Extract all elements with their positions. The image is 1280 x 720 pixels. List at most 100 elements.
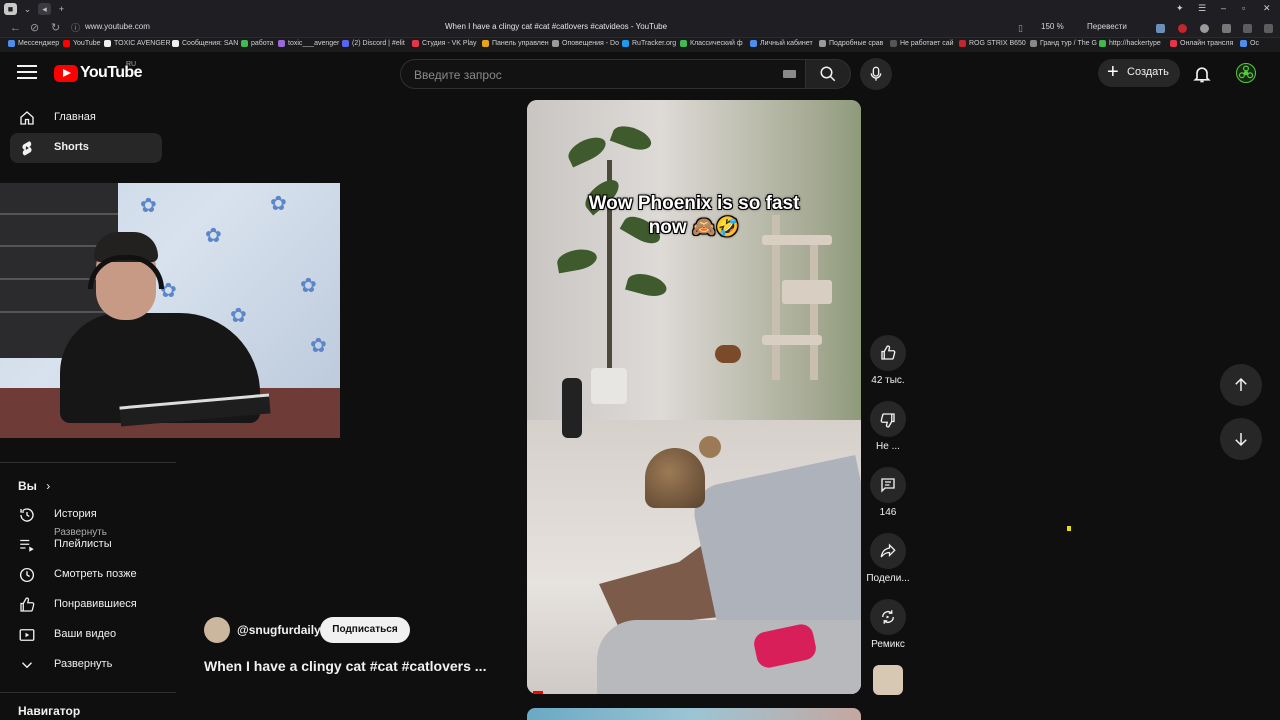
sidebar-item-playlists[interactable]: Плейлисты <box>10 530 162 560</box>
speed-dial-icon[interactable]: ⊘ <box>30 21 39 35</box>
chevron-right-icon: › <box>46 479 51 493</box>
site-info-icon[interactable]: ⓘ <box>71 21 80 35</box>
close-window-button[interactable]: ✕ <box>1263 3 1271 14</box>
back-icon[interactable]: ← <box>10 21 21 35</box>
mouse-cursor <box>1067 526 1071 531</box>
thumbs-down-icon <box>880 413 895 428</box>
video-caption-overlay: Wow Phoenix is so fast now 🙈🤣 <box>588 193 800 238</box>
bookmark-item[interactable]: Классический ф <box>680 40 743 47</box>
subscribe-label: Подписаться <box>332 624 398 635</box>
sidebar-item-your-videos[interactable]: Ваши видео <box>10 620 162 650</box>
sidebar-item-shorts[interactable]: Shorts <box>10 133 162 163</box>
url-field[interactable]: www.youtube.com <box>85 22 150 31</box>
translate-button[interactable]: Перевести <box>1087 22 1127 31</box>
bookmark-item[interactable]: http://hackertype <box>1099 40 1161 47</box>
bookmark-item[interactable]: Оповещения - Do <box>552 40 619 47</box>
sidebar-item-history[interactable]: История <box>10 500 162 530</box>
playlists-icon <box>20 539 34 552</box>
youtube-logo-icon[interactable] <box>54 65 78 82</box>
bookmark-item[interactable]: YouTube <box>63 40 101 47</box>
search-icon <box>820 66 836 82</box>
webcam-overlay: ✿ ✿ ✿ ✿ ✿ ✿ ✿ <box>0 183 340 438</box>
menu-icon[interactable] <box>1264 24 1273 33</box>
sidebar-divider <box>0 692 176 693</box>
sidebar-item-home[interactable]: Главная <box>10 103 162 133</box>
notifications-bell-icon[interactable] <box>1192 63 1212 85</box>
bookmark-item[interactable]: ROG STRIX B650 <box>959 40 1026 47</box>
bookmark-item[interactable]: Подробные срав <box>819 40 883 47</box>
short-title[interactable]: When I have a clingy cat #cat #catlovers… <box>204 658 486 674</box>
workspaces-icon[interactable]: ■ <box>4 3 17 15</box>
sidebar-item-liked[interactable]: Понравившиеся <box>10 590 162 620</box>
guide-menu-icon[interactable] <box>17 65 37 81</box>
wallpaper-flower: ✿ <box>230 305 247 327</box>
sidebar-item-expand[interactable]: Развернуть <box>10 650 162 680</box>
downloads-icon[interactable] <box>1222 24 1231 33</box>
sidebar-item-label: Смотреть позже <box>54 568 137 580</box>
your-videos-icon <box>19 629 35 641</box>
create-label: Создать <box>1127 66 1169 78</box>
wallpaper-flower: ✿ <box>310 335 327 357</box>
channel-name[interactable]: @snugfurdaily <box>237 623 321 637</box>
extension-icon[interactable] <box>1156 24 1165 33</box>
bookmark-item[interactable]: Сообщения: SAN <box>172 40 238 47</box>
watch-later-icon <box>19 567 35 583</box>
bookmark-item[interactable]: TOXIC AVENGER <box>104 40 171 47</box>
sound-thumbnail[interactable] <box>873 665 903 695</box>
short-video-player[interactable]: Wow Phoenix is so fast now 🙈🤣 <box>527 100 861 694</box>
vpn-icon[interactable] <box>1200 24 1209 33</box>
new-tab-button[interactable]: + <box>55 3 68 15</box>
maximize-button[interactable]: ▫ <box>1242 3 1245 13</box>
account-avatar[interactable] <box>1236 63 1256 83</box>
bookmark-item[interactable]: Личный кабинет <box>750 40 813 47</box>
chevron-down-icon <box>22 662 32 669</box>
bookmark-item[interactable]: (2) Discord | #elit <box>342 40 405 47</box>
keyboard-icon[interactable] <box>783 70 796 78</box>
sidebar-you-heading[interactable]: Вы › <box>18 479 50 493</box>
bookmark-item[interactable]: Панель управлен <box>482 40 549 47</box>
video-progress-bar[interactable] <box>533 691 543 694</box>
wallpaper-flower: ✿ <box>205 225 222 247</box>
voice-search-button[interactable] <box>860 58 892 90</box>
tab-search-icon[interactable]: ☰ <box>1198 3 1206 14</box>
sidebar-navigator-heading: Навигатор <box>18 704 81 718</box>
bookmark-item[interactable]: Не работает сай <box>890 40 954 47</box>
bookmark-item[interactable]: Онлайн трансля <box>1170 40 1233 47</box>
sidebar-item-watch-later[interactable]: Смотреть позже <box>10 560 162 590</box>
bookmark-icon[interactable]: ▯ <box>1018 21 1023 35</box>
search-button[interactable] <box>805 59 851 89</box>
subscribe-button[interactable]: Подписаться <box>320 617 410 643</box>
next-short-button[interactable] <box>1220 418 1262 460</box>
biohazard-avatar-icon <box>1238 65 1254 79</box>
bookmark-item[interactable]: работа <box>241 40 274 47</box>
create-button[interactable]: + Создать <box>1098 59 1180 87</box>
bookmark-item[interactable]: Мессенджер <box>8 40 59 47</box>
comment-count: 146 <box>879 507 897 518</box>
zoom-level[interactable]: 150 % <box>1041 22 1064 31</box>
bookmark-item[interactable]: Студия - VK Play <box>412 40 477 47</box>
like-icon <box>20 597 35 612</box>
bookmark-item[interactable]: Ос <box>1240 40 1259 47</box>
bookmark-item[interactable]: Гранд тур / The G <box>1030 40 1097 47</box>
wallpaper-flower: ✿ <box>140 195 157 217</box>
bookmark-item[interactable]: RuTracker.org <box>622 40 676 47</box>
reload-icon[interactable]: ↻ <box>51 21 60 35</box>
minimize-button[interactable]: – <box>1221 3 1226 13</box>
sidebar-divider <box>0 462 176 463</box>
remix-icon <box>882 610 894 624</box>
bookmarks-bar: Мессенджер YouTube TOXIC AVENGER Сообщен… <box>0 38 1280 52</box>
page-title: When I have a clingy cat #cat #catlovers… <box>445 22 668 31</box>
channel-avatar[interactable] <box>204 617 230 643</box>
bookmark-item[interactable]: toxic___avenger <box>278 40 339 47</box>
snapshot-icon[interactable] <box>1243 24 1252 33</box>
pin-icon[interactable]: ✦ <box>1176 3 1184 14</box>
microphone-icon <box>870 66 882 81</box>
youtube-header: YouTube RU Введите запрос + Создать <box>0 52 1280 96</box>
previous-short-button[interactable] <box>1220 364 1262 406</box>
next-short-preview[interactable] <box>527 708 861 720</box>
active-tab[interactable]: ◂ <box>38 3 51 15</box>
comment-icon <box>881 478 895 493</box>
tab-list-chevron-icon[interactable]: ⌄ <box>21 3 34 15</box>
adblock-icon[interactable] <box>1178 24 1187 33</box>
search-input[interactable]: Введите запрос <box>400 59 806 89</box>
